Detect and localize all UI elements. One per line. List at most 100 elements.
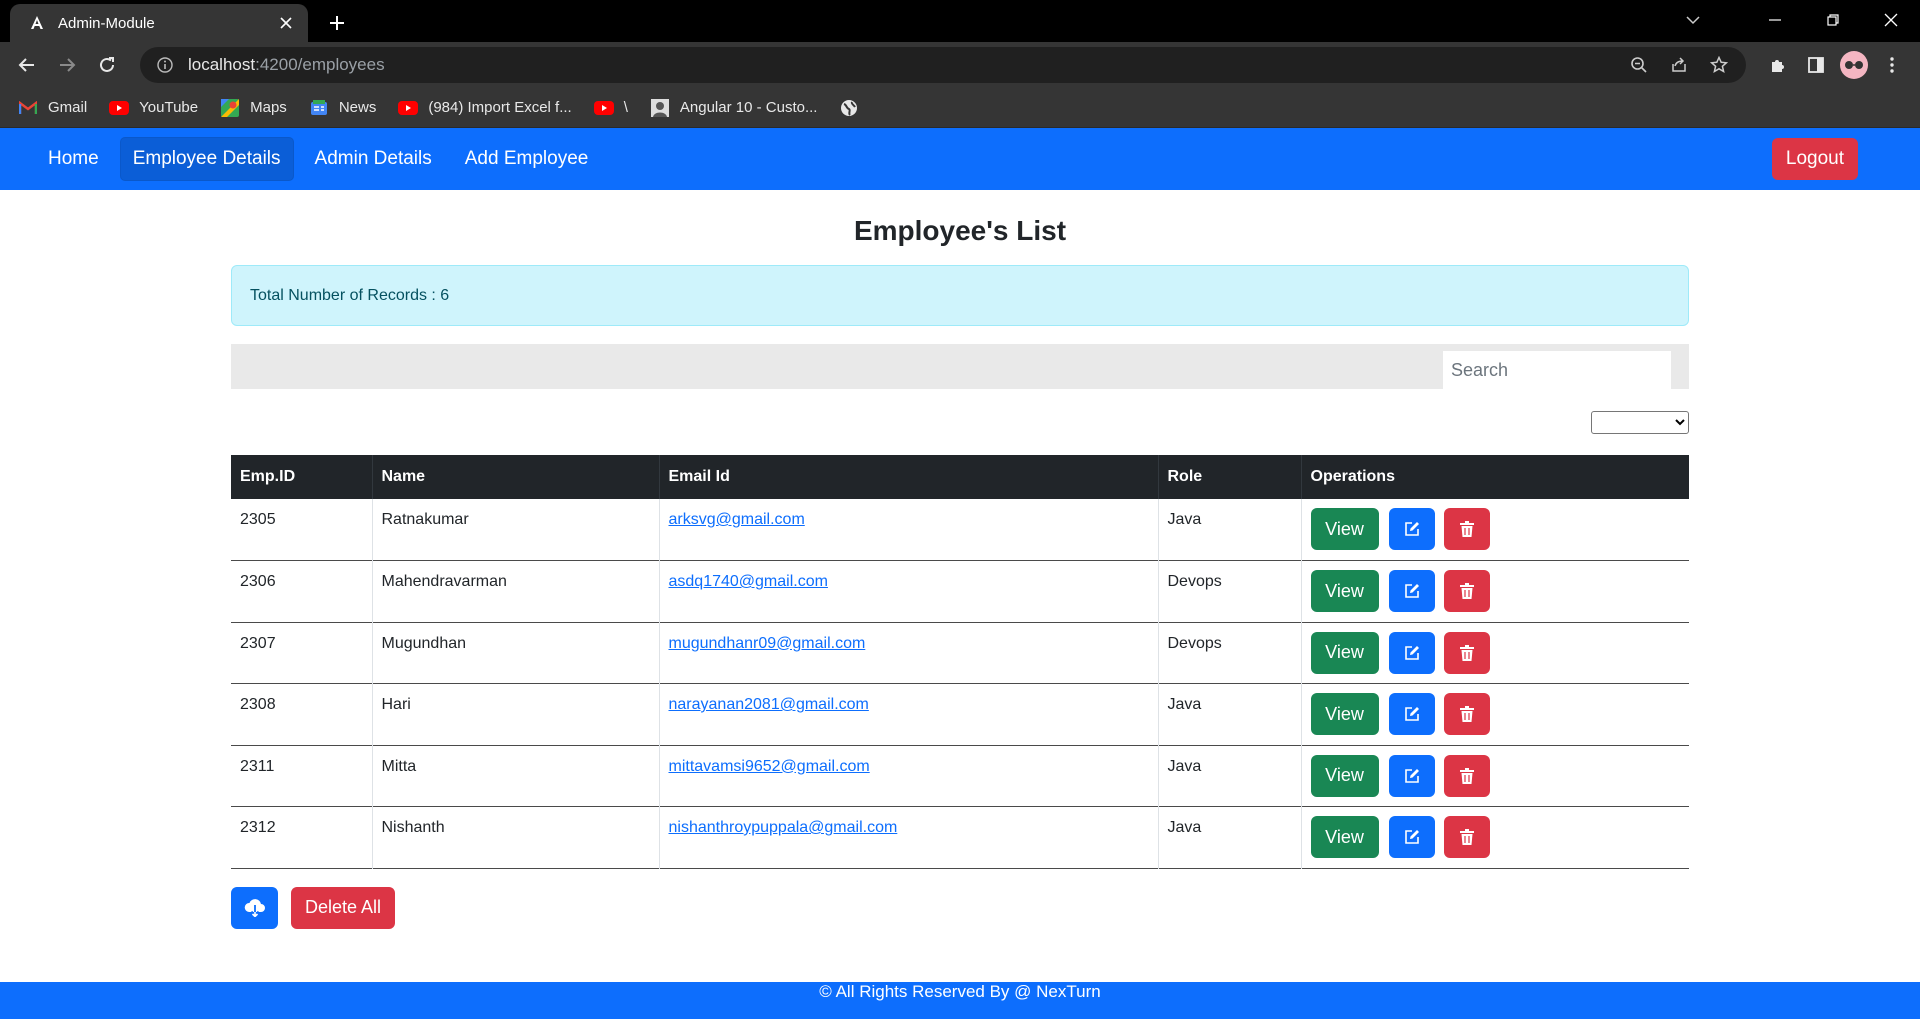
edit-button[interactable] [1388, 693, 1435, 735]
edit-button[interactable] [1388, 754, 1435, 797]
table-row: 2307 Mugundhan mugundhanr09@gmail.com De… [231, 622, 1689, 684]
back-icon[interactable] [10, 48, 44, 82]
reload-icon[interactable] [90, 48, 124, 82]
restore-icon[interactable] [1804, 0, 1862, 40]
angular-icon [28, 14, 46, 32]
delete-button[interactable] [1443, 693, 1490, 735]
delete-button[interactable] [1443, 631, 1490, 674]
edit-icon [1404, 645, 1420, 661]
cell-role: Java [1158, 683, 1302, 745]
browser-tab-bar: Admin-Module [0, 0, 1920, 42]
email-link[interactable]: arksvg@gmail.com [669, 511, 805, 528]
bookmark-star-icon[interactable] [1702, 50, 1736, 80]
menu-dots-icon[interactable] [1874, 47, 1910, 83]
email-link[interactable]: narayanan2081@gmail.com [669, 696, 869, 713]
cell-role: Devops [1158, 622, 1302, 684]
delete-button[interactable] [1443, 754, 1490, 797]
gmail-icon [18, 98, 38, 118]
email-link[interactable]: asdq1740@gmail.com [669, 573, 828, 590]
email-link[interactable]: mittavamsi9652@gmail.com [669, 758, 870, 775]
email-link[interactable]: nishanthroypuppala@gmail.com [669, 819, 898, 836]
cell-operations: View [1301, 807, 1689, 869]
main-content: Employee's List Total Number of Records … [231, 214, 1689, 929]
cell-emp-id: 2308 [231, 683, 373, 745]
nav-add-employee[interactable]: Add Employee [453, 138, 601, 180]
table-row: 2312 Nishanth nishanthroypuppala@gmail.c… [231, 806, 1689, 869]
minimize-icon[interactable] [1746, 0, 1804, 40]
view-button[interactable]: View [1310, 508, 1379, 550]
table-row: 2306 Mahendravarman asdq1740@gmail.com D… [231, 560, 1689, 623]
col-header-email: Email Id [659, 455, 1159, 499]
forward-icon[interactable] [50, 48, 84, 82]
view-button[interactable]: View [1310, 631, 1379, 674]
edit-button[interactable] [1388, 508, 1435, 550]
close-window-icon[interactable] [1862, 0, 1920, 40]
bookmark-angular-custom[interactable]: Angular 10 - Custo... [650, 98, 817, 118]
profile-avatar[interactable] [1836, 47, 1872, 83]
view-button[interactable]: View [1310, 754, 1379, 797]
side-panel-icon[interactable] [1798, 47, 1834, 83]
share-icon[interactable] [1662, 50, 1696, 80]
address-bar[interactable]: localhost:4200/employees [140, 47, 1746, 83]
cell-emp-id: 2307 [231, 622, 373, 684]
avatar-icon [1840, 51, 1868, 79]
news-icon [309, 98, 329, 118]
search-input[interactable] [1443, 351, 1671, 389]
cell-operations: View [1301, 499, 1689, 561]
delete-button[interactable] [1443, 816, 1490, 858]
footer: © All Rights Reserved By @ NexTurn [0, 982, 1920, 1019]
trash-icon [1459, 829, 1474, 845]
page-icon [650, 98, 670, 118]
sort-row [231, 389, 1689, 455]
cell-email: mugundhanr09@gmail.com [659, 622, 1159, 684]
site-info-icon[interactable] [154, 54, 176, 76]
records-count-alert: Total Number of Records : 6 [231, 265, 1689, 326]
cell-name: Hari [372, 683, 660, 745]
cell-emp-id: 2306 [231, 560, 373, 622]
col-header-emp-id: Emp.ID [231, 455, 373, 499]
edit-button[interactable] [1388, 631, 1435, 674]
edit-icon [1404, 768, 1420, 784]
zoom-icon[interactable] [1622, 50, 1656, 80]
bookmark-backslash[interactable]: \ [593, 98, 628, 118]
delete-all-button[interactable]: Delete All [291, 886, 396, 929]
bookmark-youtube[interactable]: YouTube [109, 98, 198, 118]
col-header-operations: Operations [1310, 468, 1395, 485]
nav-admin-details[interactable]: Admin Details [303, 138, 444, 180]
edit-button[interactable] [1388, 570, 1435, 612]
browser-tab[interactable]: Admin-Module [10, 4, 308, 42]
trash-icon [1459, 644, 1474, 661]
cell-operations: View [1301, 561, 1689, 623]
view-button[interactable]: View [1310, 693, 1379, 735]
new-tab-icon[interactable] [325, 11, 349, 35]
extensions-icon[interactable] [1760, 47, 1796, 83]
logout-button[interactable]: Logout [1771, 138, 1858, 180]
tab-search-icon[interactable] [1664, 0, 1722, 40]
view-button[interactable]: View [1310, 570, 1379, 612]
col-header-role: Role [1158, 455, 1302, 499]
nav-home[interactable]: Home [36, 138, 111, 180]
cell-operations: View [1301, 684, 1689, 746]
bookmark-gmail[interactable]: Gmail [18, 98, 87, 118]
bookmark-import-excel[interactable]: (984) Import Excel f... [398, 98, 572, 118]
table-header-row: Emp.ID Name Email Id Role Operations [231, 455, 1689, 499]
bookmark-news[interactable]: News [309, 98, 376, 118]
view-button[interactable]: View [1310, 816, 1379, 858]
delete-button[interactable] [1443, 508, 1490, 550]
delete-button[interactable] [1443, 570, 1490, 612]
sort-select[interactable] [1591, 411, 1689, 434]
cell-email: arksvg@gmail.com [659, 499, 1159, 561]
email-link[interactable]: mugundhanr09@gmail.com [669, 635, 866, 652]
close-tab-icon[interactable] [276, 13, 296, 33]
cell-name: Ratnakumar [372, 499, 660, 561]
table-body: 2305 Ratnakumar arksvg@gmail.com Java Vi… [231, 499, 1689, 868]
nav-employee-details[interactable]: Employee Details [119, 137, 294, 181]
edit-icon [1404, 583, 1420, 599]
globe-icon [839, 98, 859, 118]
cell-email: narayanan2081@gmail.com [659, 683, 1159, 745]
edit-button[interactable] [1388, 816, 1435, 858]
download-button[interactable] [231, 886, 278, 929]
cloud-download-icon [244, 898, 266, 917]
bookmark-globe[interactable] [839, 98, 869, 118]
bookmark-maps[interactable]: Maps [220, 98, 287, 118]
